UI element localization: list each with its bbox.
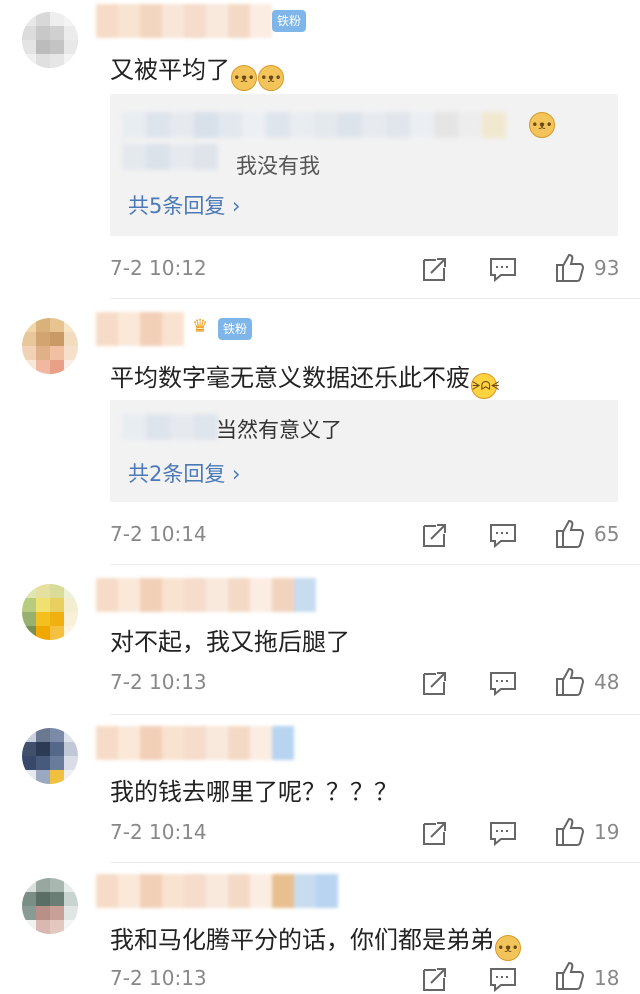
fan-badge: 铁粉 (272, 10, 307, 32)
like-count: 18 (594, 966, 620, 990)
comment-time: 7-2 10:14 (110, 522, 207, 546)
share-icon[interactable] (420, 668, 450, 698)
comment-text: 平均数字毫无意义数据还乐此不疲 ᗒᗣᗕ (110, 358, 499, 399)
reply-obscured (122, 414, 218, 440)
like-count: 93 (594, 256, 620, 280)
avatar[interactable] (22, 878, 78, 934)
comment-time: 7-2 10:14 (110, 820, 207, 844)
like-icon[interactable] (554, 816, 585, 846)
share-icon[interactable] (420, 818, 450, 848)
comment-icon[interactable] (488, 254, 518, 284)
comment-text: 我的钱去哪里了呢？？？？ (110, 778, 398, 806)
divider (110, 862, 640, 863)
divider (110, 714, 640, 715)
like-count: 48 (594, 670, 620, 694)
like-icon[interactable] (554, 518, 585, 548)
share-icon[interactable] (420, 964, 450, 994)
comment-item: 铁粉 又被平均了 •ᴥ• •ᴥ• •ᴥ• 我没有我 共5条回复 › 7-2 10:1… (0, 0, 640, 298)
comment-text: 对不起，我又拖后腿了 (110, 628, 350, 656)
comment-item: 对不起，我又拖后腿了 7-2 10:13 48 (0, 566, 640, 714)
like-count: 19 (594, 820, 620, 844)
comment-time: 7-2 10:13 (110, 966, 207, 990)
like-count: 65 (594, 522, 620, 546)
view-replies-link[interactable]: 共2条回复 › (128, 458, 240, 488)
reply-text: 我没有我 (236, 154, 320, 178)
comment-text: 我和马化腾平分的话，你们都是弟弟 •ᴥ• (110, 920, 521, 961)
avatar[interactable] (22, 584, 78, 640)
comment-icon[interactable] (488, 964, 518, 994)
avatar[interactable] (22, 318, 78, 374)
reply-obscured (122, 112, 506, 138)
comment-item: ♛ 铁粉 平均数字毫无意义数据还乐此不疲 ᗒᗣᗕ 当然有意义了 共2条回复 › 7… (0, 300, 640, 562)
like-icon[interactable] (554, 252, 585, 282)
comment-time: 7-2 10:13 (110, 670, 207, 694)
comment-icon[interactable] (488, 668, 518, 698)
divider (110, 298, 640, 299)
crown-icon: ♛ (192, 316, 209, 337)
like-icon[interactable] (554, 666, 585, 696)
reply-preview[interactable]: •ᴥ• 我没有我 共5条回复 › (110, 94, 618, 236)
username-obscured[interactable] (96, 578, 316, 612)
divider (110, 564, 640, 565)
reply-obscured (122, 144, 218, 170)
comment-item: 我和马化腾平分的话，你们都是弟弟 •ᴥ• 7-2 10:13 18 (0, 864, 640, 994)
fan-badge: 铁粉 (218, 318, 253, 340)
doge-emoji-icon: •ᴥ• (529, 112, 555, 138)
comment-icon[interactable] (488, 818, 518, 848)
username-obscured[interactable] (96, 4, 272, 38)
comment-text: 又被平均了 •ᴥ• •ᴥ• (110, 50, 284, 91)
reply-text: 当然有意义了 (216, 418, 342, 442)
username-obscured[interactable] (96, 874, 338, 908)
like-icon[interactable] (554, 960, 585, 990)
comment-time: 7-2 10:12 (110, 256, 207, 280)
avatar[interactable] (22, 728, 78, 784)
doge-emoji-icon: •ᴥ• (495, 935, 521, 961)
comment-icon[interactable] (488, 520, 518, 550)
view-replies-link[interactable]: 共5条回复 › (128, 190, 240, 220)
username-obscured[interactable] (96, 312, 184, 346)
share-icon[interactable] (420, 254, 450, 284)
laugh-cry-emoji-icon: ᗒᗣᗕ (471, 373, 499, 399)
share-icon[interactable] (420, 520, 450, 550)
reply-preview[interactable]: 当然有意义了 共2条回复 › (110, 400, 618, 502)
doge-emoji-icon: •ᴥ• (258, 65, 284, 91)
avatar[interactable] (22, 12, 78, 68)
comment-item: 我的钱去哪里了呢？？？？ 7-2 10:14 19 (0, 716, 640, 862)
username-obscured[interactable] (96, 726, 294, 760)
doge-emoji-icon: •ᴥ• (231, 65, 257, 91)
